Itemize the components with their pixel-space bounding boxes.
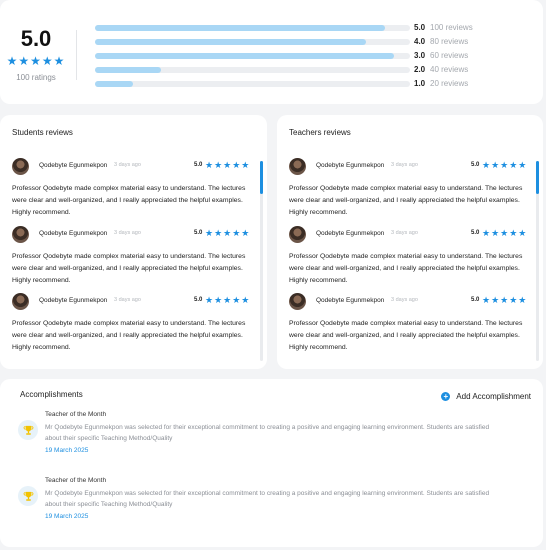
add-accomplishment-label: Add Accomplishment: [456, 391, 531, 401]
review-date: 3 days ago: [391, 162, 418, 168]
distribution-track: [95, 67, 410, 73]
distribution-star: 4.0: [414, 37, 426, 46]
distribution-count: 80 reviews: [430, 37, 469, 46]
review-item: Qodebyte Egunmekpon 3 days ago 5.0 ★★★★★…: [12, 293, 252, 353]
review-stars-icon: ★★★★★: [205, 228, 251, 238]
review-item: Qodebyte Egunmekpon 3 days ago 5.0 ★★★★★…: [289, 293, 529, 353]
accomplishments-title: Accomplishments: [20, 390, 83, 399]
review-score: 5.0: [194, 297, 203, 303]
plus-circle-icon: +: [441, 391, 451, 401]
distribution-fill: [95, 39, 366, 45]
reviewer-name: Qodebyte Egunmekpon: [39, 297, 108, 304]
distribution-count: 100 reviews: [430, 23, 473, 32]
ratings-count: 100 ratings: [16, 73, 56, 82]
distribution-count: 60 reviews: [430, 51, 469, 60]
review-score: 5.0: [471, 230, 480, 236]
distribution-star: 3.0: [414, 51, 426, 60]
avatar: [289, 226, 306, 243]
average-rating: 5.0 ★★★★★ 100 ratings: [0, 26, 72, 82]
distribution-fill: [95, 67, 162, 73]
review-score: 5.0: [471, 297, 480, 303]
review-text: Professor Qodebyte made complex material…: [289, 253, 523, 284]
reviewer-name: Qodebyte Egunmekpon: [316, 297, 385, 304]
rating-summary-card: 5.0 ★★★★★ 100 ratings 5.0 100 reviews 4.…: [0, 0, 543, 104]
review-stars-icon: ★★★★★: [205, 160, 251, 170]
review-stars-icon: ★★★★★: [205, 295, 251, 305]
distribution-track: [95, 53, 410, 59]
review-date: 3 days ago: [391, 230, 418, 236]
review-stars-icon: ★★★★★: [482, 228, 528, 238]
avatar: [12, 158, 29, 175]
review-date: 3 days ago: [114, 162, 141, 168]
avatar: [289, 158, 306, 175]
distribution-star: 5.0: [414, 23, 426, 32]
review-date: 3 days ago: [391, 297, 418, 303]
distribution-row: 2.0 40 reviews: [95, 65, 515, 75]
distribution-count: 40 reviews: [430, 65, 469, 74]
reviewer-name: Qodebyte Egunmekpon: [316, 162, 385, 169]
review-stars-icon: ★★★★★: [482, 160, 528, 170]
scrollbar-thumb[interactable]: [260, 161, 263, 194]
accomplishment-description: Mr Qodebyte Egunmekpon was selected for …: [45, 424, 490, 442]
review-item: Qodebyte Egunmekpon 3 days ago 5.0 ★★★★★…: [12, 226, 252, 286]
divider: [76, 30, 77, 80]
reviewer-name: Qodebyte Egunmekpon: [39, 162, 108, 169]
avatar: [12, 293, 29, 310]
add-accomplishment-button[interactable]: + Add Accomplishment: [441, 390, 531, 402]
review-date: 3 days ago: [114, 297, 141, 303]
reviewer-name: Qodebyte Egunmekpon: [316, 230, 385, 237]
distribution-track: [95, 81, 410, 87]
accomplishment-name: Teacher of the Month: [45, 411, 107, 418]
review-text: Professor Qodebyte made complex material…: [289, 185, 523, 216]
accomplishment-name: Teacher of the Month: [45, 477, 107, 484]
distribution-count: 20 reviews: [430, 79, 469, 88]
reviewer-name: Qodebyte Egunmekpon: [39, 230, 108, 237]
average-stars-icon: ★★★★★: [6, 54, 66, 68]
distribution-fill: [95, 25, 385, 31]
students-scrollbar[interactable]: [260, 161, 263, 361]
trophy-icon: [23, 425, 33, 435]
review-item: Qodebyte Egunmekpon 3 days ago 5.0 ★★★★★…: [12, 158, 252, 218]
teachers-reviews-title: Teachers reviews: [289, 128, 351, 137]
review-date: 3 days ago: [114, 230, 141, 236]
review-text: Professor Qodebyte made complex material…: [12, 185, 246, 216]
review-score: 5.0: [194, 230, 203, 236]
review-score: 5.0: [471, 162, 480, 168]
distribution-row: 1.0 20 reviews: [95, 79, 515, 89]
distribution-star: 2.0: [414, 65, 426, 74]
scrollbar-thumb[interactable]: [536, 161, 539, 194]
teachers-scrollbar[interactable]: [536, 161, 539, 361]
review-text: Professor Qodebyte made complex material…: [12, 253, 246, 284]
accomplishments-card: Accomplishments + Add Accomplishment Tea…: [0, 379, 543, 547]
accomplishment-description: Mr Qodebyte Egunmekpon was selected for …: [45, 490, 490, 508]
accomplishment-date: 19 March 2025: [45, 447, 89, 454]
trophy-badge: [18, 420, 38, 440]
review-item: Qodebyte Egunmekpon 3 days ago 5.0 ★★★★★…: [289, 158, 529, 218]
teachers-reviews-panel: Teachers reviews Qodebyte Egunmekpon 3 d…: [277, 115, 543, 369]
distribution-track: [95, 25, 410, 31]
distribution-row: 3.0 60 reviews: [95, 51, 515, 61]
distribution-star: 1.0: [414, 79, 426, 88]
accomplishment-date: 19 March 2025: [45, 513, 89, 520]
review-text: Professor Qodebyte made complex material…: [289, 320, 523, 351]
avatar: [289, 293, 306, 310]
trophy-icon: [23, 491, 33, 501]
review-item: Qodebyte Egunmekpon 3 days ago 5.0 ★★★★★…: [289, 226, 529, 286]
review-score: 5.0: [194, 162, 203, 168]
distribution-fill: [95, 81, 133, 87]
distribution-row: 5.0 100 reviews: [95, 23, 515, 33]
distribution-track: [95, 39, 410, 45]
distribution-fill: [95, 53, 395, 59]
distribution-row: 4.0 80 reviews: [95, 37, 515, 47]
trophy-badge: [18, 486, 38, 506]
review-text: Professor Qodebyte made complex material…: [12, 320, 246, 351]
review-stars-icon: ★★★★★: [482, 295, 528, 305]
avatar: [12, 226, 29, 243]
average-score: 5.0: [20, 26, 52, 51]
students-reviews-panel: Students reviews Qodebyte Egunmekpon 3 d…: [0, 115, 267, 369]
students-reviews-title: Students reviews: [12, 128, 73, 137]
